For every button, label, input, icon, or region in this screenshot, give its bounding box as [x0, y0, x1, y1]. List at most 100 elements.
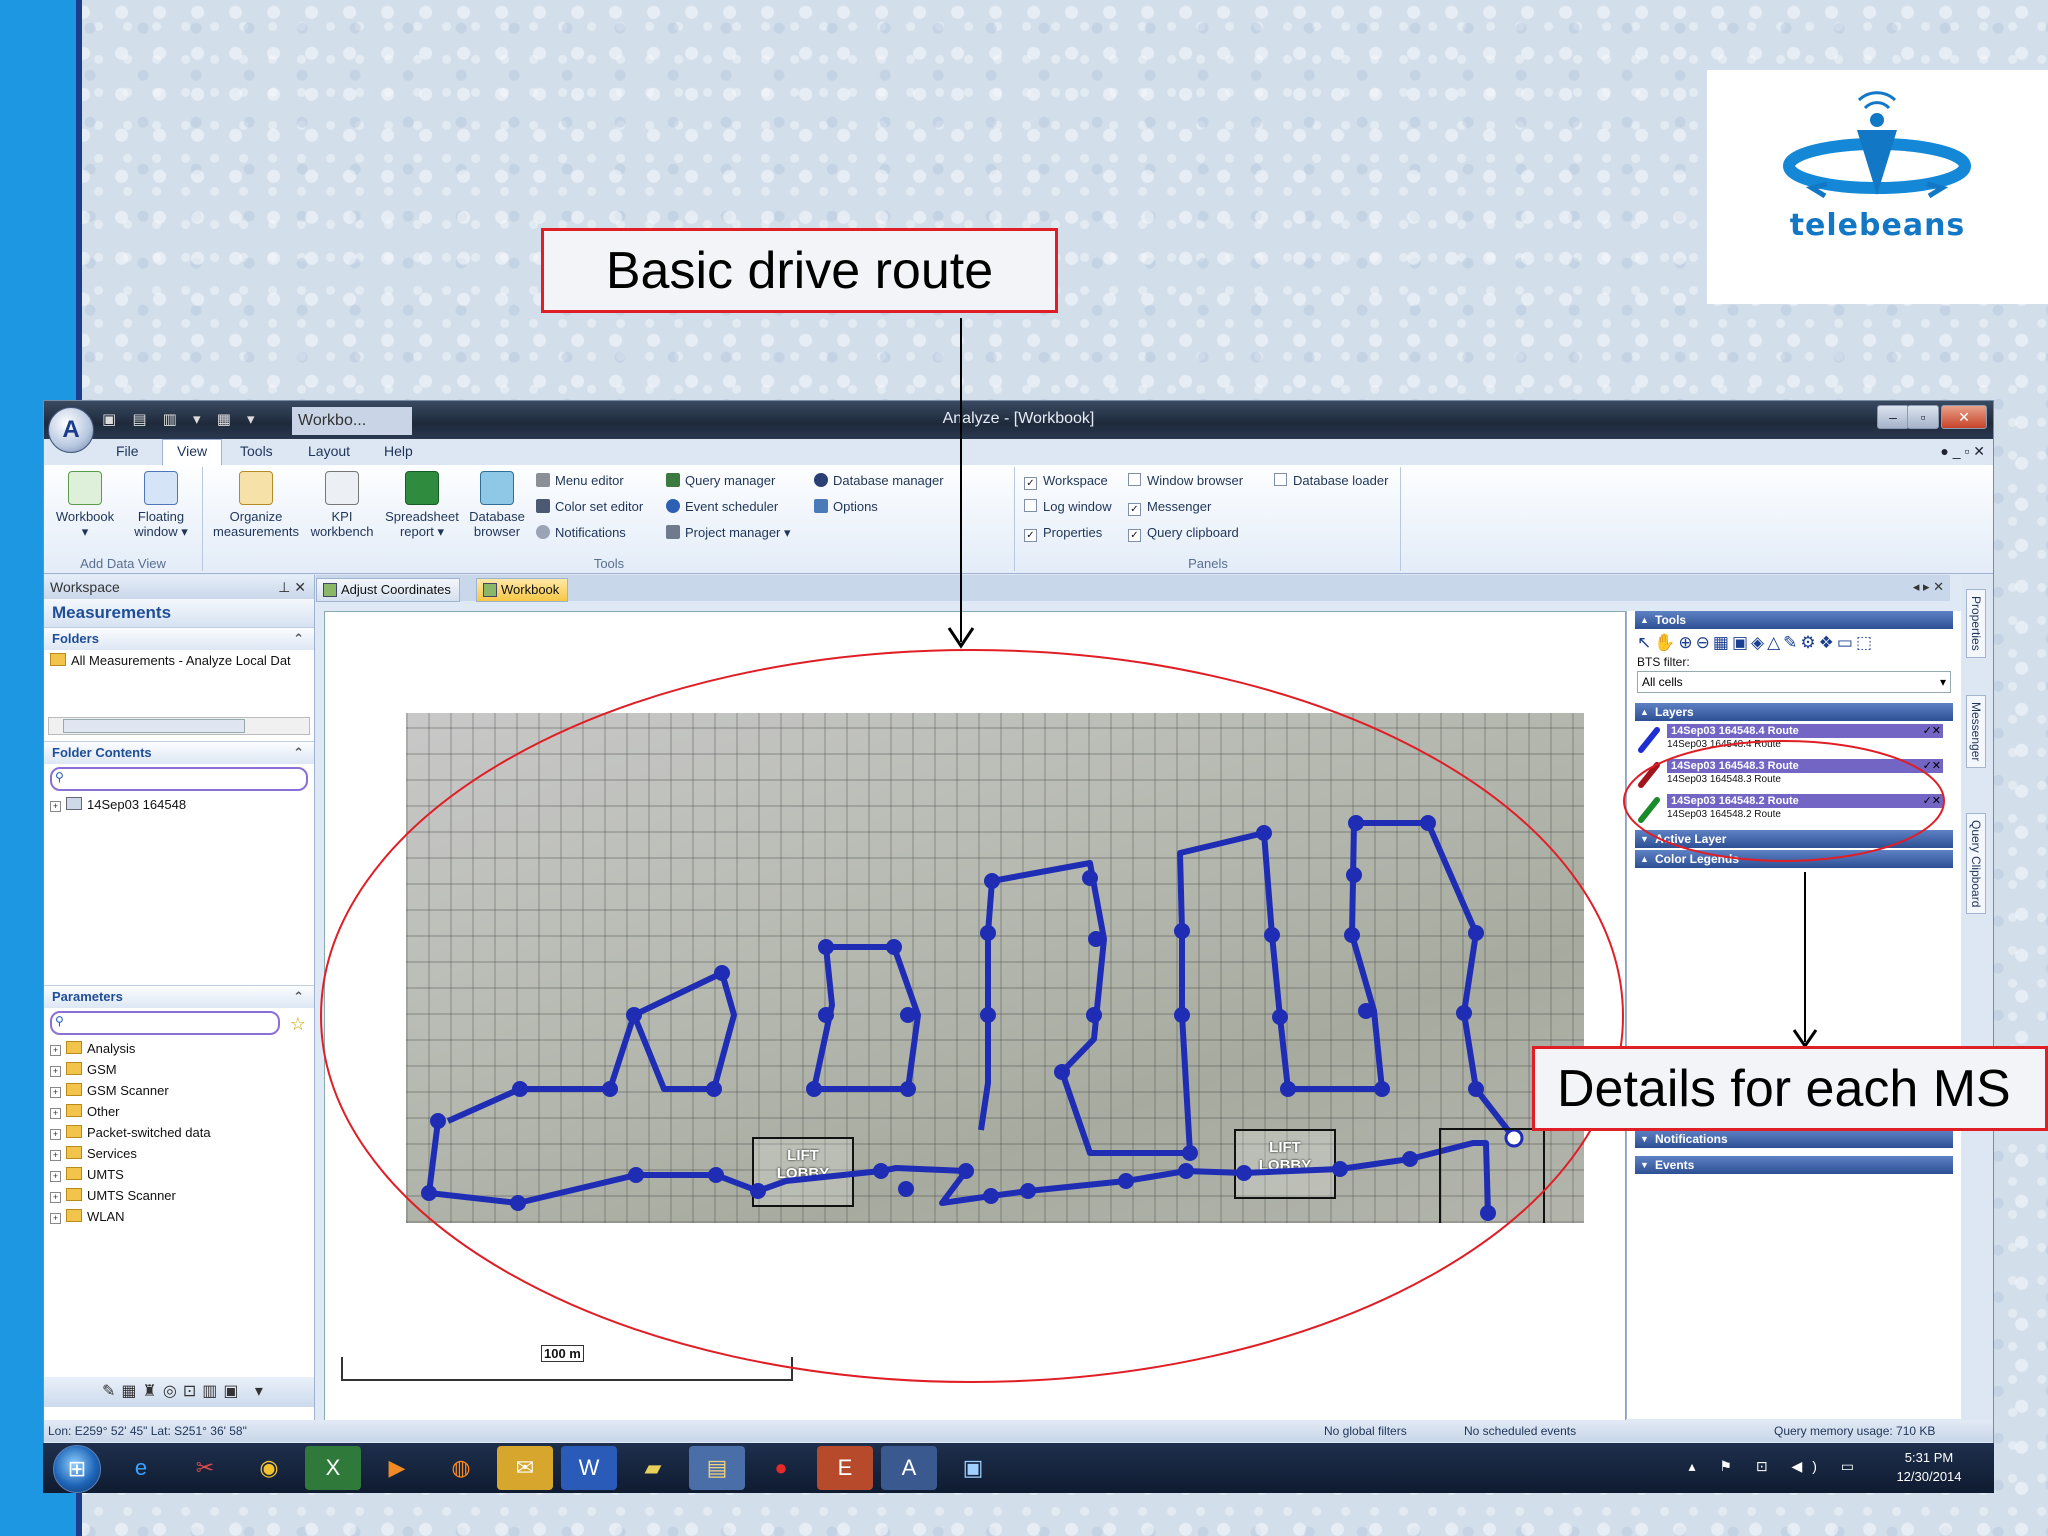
menu-tools[interactable]: Tools: [240, 443, 273, 459]
kpi-workbench-button[interactable]: KPI workbench: [304, 471, 380, 539]
tree-item[interactable]: + WLAN: [44, 1206, 314, 1227]
workbook-button[interactable]: Workbook ▾: [50, 471, 120, 539]
messenger-checkbox[interactable]: ✓ Messenger: [1128, 499, 1211, 516]
database-loader-checkbox[interactable]: Database loader: [1274, 473, 1388, 488]
database-manager-button[interactable]: Database manager: [814, 473, 944, 488]
properties-checkbox[interactable]: ✓ Properties: [1024, 525, 1102, 542]
access-icon[interactable]: E: [817, 1446, 873, 1490]
layer-visibility-toggle[interactable]: ✓✕: [1923, 794, 1941, 807]
collapse-icon[interactable]: ⌃: [293, 628, 304, 650]
layer-visibility-toggle[interactable]: ✓✕: [1923, 759, 1941, 772]
side-tab-messenger[interactable]: Messenger: [1966, 695, 1986, 769]
telebeans-logo: telebeans: [1707, 70, 2048, 304]
tree-item[interactable]: + GSM Scanner: [44, 1080, 314, 1101]
status-filters: No global filters: [1324, 1424, 1407, 1438]
tree-item[interactable]: + Packet-switched data: [44, 1122, 314, 1143]
media-player-icon[interactable]: ▶: [369, 1446, 425, 1490]
workspace-bottom-toolbar[interactable]: ✎▦♜◎⊡▥▣ ▾: [44, 1377, 314, 1407]
folder-contents-header[interactable]: Folder Contents ⌃: [44, 741, 314, 764]
start-button[interactable]: ⊞: [53, 1445, 101, 1493]
spreadsheet-report-button[interactable]: Spreadsheet report ▾: [380, 471, 464, 539]
callout-drive-route: Basic drive route: [541, 228, 1058, 313]
bts-filter-select[interactable]: All cells ▾: [1637, 671, 1951, 693]
options-icon: [814, 499, 828, 513]
tab-nav-controls[interactable]: ◂ ▸ ✕: [1913, 579, 1944, 595]
tree-item[interactable]: + Other: [44, 1101, 314, 1122]
event-scheduler-button[interactable]: Event scheduler: [666, 499, 778, 514]
adjust-coordinates-icon: [323, 583, 337, 597]
map-canvas[interactable]: LIFT LOBBY LIFT LOBBY 100 m: [324, 611, 1626, 1421]
menu-layout[interactable]: Layout: [308, 443, 350, 459]
floor-plan-map[interactable]: LIFT LOBBY LIFT LOBBY: [406, 713, 1584, 1223]
window-browser-checkbox[interactable]: Window browser: [1128, 473, 1243, 488]
log-window-checkbox[interactable]: Log window: [1024, 499, 1112, 514]
scroll-thumb[interactable]: [63, 719, 245, 733]
collapse-icon[interactable]: ⌃: [293, 986, 304, 1008]
tree-item[interactable]: + Services: [44, 1143, 314, 1164]
favorites-star-icon[interactable]: ☆: [290, 1014, 306, 1035]
parameters-header[interactable]: Parameters ⌃: [44, 985, 314, 1008]
floating-window-button[interactable]: Floating window ▾: [126, 471, 196, 539]
tab-adjust-coordinates[interactable]: Adjust Coordinates: [316, 578, 460, 602]
picture-icon[interactable]: ▣: [945, 1446, 1001, 1490]
menu-view[interactable]: View: [162, 439, 223, 468]
menu-help[interactable]: Help: [384, 443, 413, 459]
app-orb-icon[interactable]: A: [48, 407, 94, 453]
layers-section-header[interactable]: Layers: [1635, 703, 1953, 721]
excel-icon[interactable]: X: [305, 1446, 361, 1490]
layer-item[interactable]: 14Sep03 164548.2 Route 14Sep03 164548.2 …: [1637, 794, 1943, 826]
tree-item[interactable]: + GSM: [44, 1059, 314, 1080]
query-clipboard-checkbox[interactable]: ✓ Query clipboard: [1128, 525, 1239, 542]
minimize-button[interactable]: –: [1877, 405, 1909, 429]
notes-icon[interactable]: ▰: [625, 1446, 681, 1490]
word-icon[interactable]: W: [561, 1446, 617, 1490]
menu-editor-button[interactable]: Menu editor: [536, 473, 624, 488]
collapse-icon[interactable]: ⌃: [293, 742, 304, 764]
color-set-editor-button[interactable]: Color set editor: [536, 499, 643, 514]
system-tray[interactable]: ▴ ⚑ ⊡ ◀) ▭: [1688, 1458, 1864, 1475]
clock[interactable]: 5:31 PM 12/30/2014: [1884, 1448, 1974, 1486]
measurement-file-item[interactable]: +14Sep03 164548: [44, 794, 314, 815]
snipping-tool-icon[interactable]: ✂: [177, 1446, 233, 1490]
folder-search-input[interactable]: ⚲: [50, 767, 308, 791]
layer-item[interactable]: 14Sep03 164548.3 Route 14Sep03 164548.3 …: [1637, 759, 1943, 791]
explorer-icon[interactable]: ▤: [689, 1446, 745, 1490]
pin-close-controls[interactable]: ⊥ ✕: [278, 575, 306, 599]
parameter-search-input[interactable]: ⚲: [50, 1011, 280, 1035]
tree-item[interactable]: + UMTS Scanner: [44, 1185, 314, 1206]
layer-visibility-toggle[interactable]: ✓✕: [1923, 724, 1941, 737]
color-legends-header[interactable]: Color Legends: [1635, 850, 1953, 868]
folder-item[interactable]: All Measurements - Analyze Local Dat: [44, 650, 314, 671]
close-button[interactable]: ✕: [1941, 405, 1987, 429]
events-header[interactable]: Events: [1635, 1156, 1953, 1174]
options-button[interactable]: Options: [814, 499, 878, 514]
notifications-header[interactable]: Notifications: [1635, 1130, 1953, 1148]
help-controls[interactable]: ● _ ▫ ✕: [1940, 443, 1985, 460]
tab-workbook[interactable]: Workbook: [476, 578, 569, 602]
active-layer-header[interactable]: Active Layer: [1635, 830, 1953, 848]
tree-item[interactable]: + UMTS: [44, 1164, 314, 1185]
layer-item[interactable]: 14Sep03 164548.4 Route 14Sep03 164548.4 …: [1637, 724, 1943, 756]
workspace-header: Workspace ⊥ ✕: [44, 575, 314, 599]
chrome-icon[interactable]: ◉: [241, 1446, 297, 1490]
folders-header[interactable]: Folders ⌃: [44, 627, 314, 650]
organize-measurements-button[interactable]: Organize measurements: [208, 471, 304, 539]
tree-item[interactable]: + Analysis: [44, 1038, 314, 1059]
query-manager-button[interactable]: Query manager: [666, 473, 775, 488]
restore-button[interactable]: ▫: [1907, 405, 1939, 429]
menu-file[interactable]: File: [116, 443, 139, 459]
side-tab-properties[interactable]: Properties: [1966, 589, 1986, 658]
database-browser-button[interactable]: Database browser: [464, 471, 530, 539]
analyze-icon[interactable]: A: [881, 1446, 937, 1490]
project-manager-button[interactable]: Project manager ▾: [666, 525, 791, 541]
internet-explorer-icon[interactable]: e: [113, 1446, 169, 1490]
tools-section-header[interactable]: Tools: [1635, 611, 1953, 629]
outlook-icon[interactable]: ✉: [497, 1446, 553, 1490]
notifications-button[interactable]: Notifications: [536, 525, 626, 540]
map-tool-icons[interactable]: ↖✋⊕⊖▦▣◈△✎⚙❖▭⬚: [1627, 631, 1961, 655]
firefox-icon[interactable]: ◍: [433, 1446, 489, 1490]
workspace-checkbox[interactable]: ✓ Workspace: [1024, 473, 1108, 490]
horizontal-scrollbar[interactable]: [48, 717, 310, 735]
side-tab-query-clipboard[interactable]: Query Clipboard: [1966, 813, 1986, 915]
vodafone-icon[interactable]: ●: [753, 1446, 809, 1490]
